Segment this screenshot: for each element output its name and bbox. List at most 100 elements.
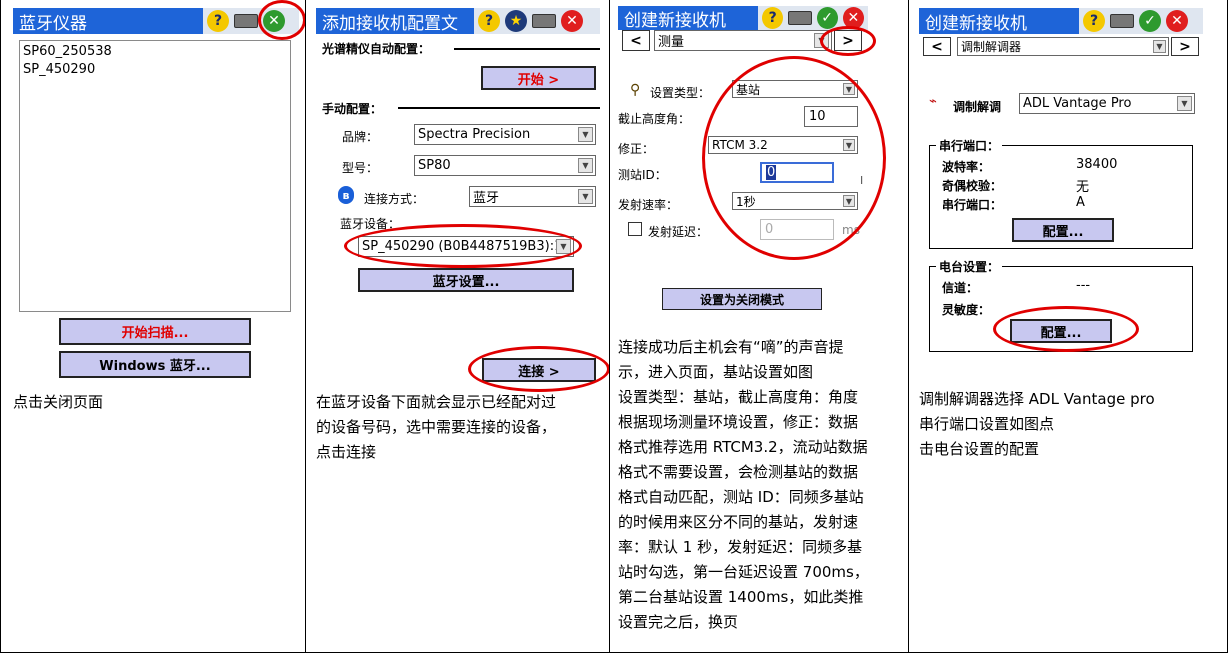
close-icon[interactable]: ✕: [561, 10, 583, 32]
cutoff-angle-input[interactable]: 10: [804, 106, 858, 127]
windows-bluetooth-button[interactable]: Windows 蓝牙...: [59, 351, 251, 378]
channel-value: ---: [1076, 278, 1091, 293]
device-list[interactable]: SP60_250538 SP_450290: [19, 40, 291, 312]
broadcast-delay-checkbox[interactable]: [628, 222, 642, 236]
start-button[interactable]: 开始 >: [481, 66, 596, 90]
chevron-down-icon[interactable]: ▼: [1177, 96, 1192, 111]
close-mode-button[interactable]: 设置为关闭模式: [662, 288, 822, 310]
caption-line: 第二台基站设置 1400ms，如此类推: [618, 588, 864, 606]
next-page-button[interactable]: >: [1171, 37, 1199, 56]
correction-label: 修正：: [618, 142, 655, 156]
port-label: 串行端口：: [942, 198, 1003, 212]
prev-page-button[interactable]: <: [923, 37, 951, 56]
window-title-text: 蓝牙仪器: [19, 13, 87, 34]
divider: [398, 107, 600, 109]
caption-line: 串行端口设置如图点: [919, 415, 1055, 433]
broadcast-delay-input[interactable]: 0: [760, 219, 834, 240]
caption-line: 连接成功后主机会有“嘀”的声音提: [618, 338, 844, 356]
serial-config-button[interactable]: 配置...: [1012, 218, 1114, 242]
list-item[interactable]: SP60_250538: [23, 44, 112, 59]
close-icon[interactable]: ✕: [263, 10, 285, 32]
sensitivity-label: 灵敏度：: [942, 303, 991, 317]
baud-value: 38400: [1076, 157, 1118, 172]
chevron-down-icon[interactable]: ▼: [843, 139, 855, 151]
caption-line: 在蓝牙设备下面就会显示已经配对过: [316, 393, 557, 411]
caption-text: 调制解调器选择 ADL Vantage pro 串行端口设置如图点 击电台设置的…: [919, 387, 1155, 462]
keyboard-icon[interactable]: [532, 14, 556, 28]
keyboard-icon[interactable]: [1110, 14, 1134, 28]
parity-value: 无: [1076, 180, 1090, 195]
delay-unit: ms: [842, 223, 860, 237]
keyboard-icon[interactable]: [788, 11, 812, 25]
modem-select[interactable]: ADL Vantage Pro ▼: [1019, 93, 1195, 114]
brand-value: Spectra Precision: [418, 127, 531, 142]
window-title: 添加接收机配置文: [316, 8, 476, 34]
connection-label: 连接方式：: [364, 192, 425, 206]
caption-text: 连接成功后主机会有“嘀”的声音提 示，进入页面，基站设置如图 设置类型：基站，截…: [618, 335, 869, 635]
connection-value: 蓝牙: [473, 191, 500, 206]
correction-select[interactable]: RTCM 3.2 ▼: [708, 136, 858, 154]
channel-label: 信道：: [942, 281, 979, 295]
chevron-down-icon[interactable]: ▼: [843, 83, 855, 95]
caption-line: 点击连接: [316, 443, 377, 461]
bluetooth-icon: ʙ: [338, 186, 354, 204]
close-icon[interactable]: ✕: [1166, 10, 1188, 32]
chevron-down-icon[interactable]: ▼: [578, 189, 593, 204]
chevron-down-icon[interactable]: ▼: [556, 239, 571, 254]
connect-button[interactable]: 连接 >: [482, 358, 596, 382]
page-select[interactable]: 测量 ▼: [654, 30, 832, 51]
radio-config-button[interactable]: 配置...: [1010, 319, 1112, 343]
help-icon[interactable]: ?: [207, 10, 229, 32]
titlebar-icons: ? ✕: [203, 8, 299, 34]
manual-config-heading: 手动配置：: [322, 102, 383, 116]
brand-select[interactable]: Spectra Precision ▼: [414, 124, 596, 145]
chevron-down-icon[interactable]: ▼: [814, 33, 829, 48]
page-select[interactable]: 调制解调器 ▼: [957, 37, 1169, 56]
caption-line: 调制解调器选择 ADL Vantage pro: [919, 390, 1155, 408]
text-cursor-icon: I: [860, 174, 864, 187]
satellite-icon: ⚲: [630, 82, 641, 98]
step2-cell: 添加接收机配置文 ? ★ ✕ 光谱精仪自动配置： 开始 > 手动配置： 品牌： …: [305, 0, 610, 653]
prev-page-button[interactable]: <: [622, 30, 650, 51]
brand-label: 品牌：: [342, 130, 379, 144]
help-icon[interactable]: ?: [1083, 10, 1105, 32]
next-page-button[interactable]: >: [834, 30, 862, 51]
chevron-down-icon[interactable]: ▼: [1153, 40, 1166, 53]
ok-icon[interactable]: ✓: [1139, 10, 1161, 32]
bt-device-select[interactable]: SP_450290 (B0B4487519B3):1 ▼: [358, 236, 574, 257]
caption-text: 点击关闭页面: [13, 393, 104, 411]
radio-settings-group-title: 电台设置：: [936, 258, 1003, 275]
ok-icon[interactable]: ✓: [816, 7, 838, 29]
setup-type-label: 设置类型：: [650, 86, 711, 100]
auto-config-heading: 光谱精仪自动配置：: [322, 42, 431, 56]
chevron-down-icon[interactable]: ▼: [578, 127, 593, 142]
connection-select[interactable]: 蓝牙 ▼: [469, 186, 596, 207]
radio-settings-group: 电台设置： 信道： --- 灵敏度： 配置...: [929, 258, 1193, 352]
bt-device-label: 蓝牙设备：: [340, 217, 401, 231]
broadcast-rate-select[interactable]: 1秒 ▼: [732, 192, 858, 210]
parity-label: 奇偶校验：: [942, 179, 1003, 193]
station-id-input[interactable]: 0: [760, 162, 834, 183]
model-select[interactable]: SP80 ▼: [414, 155, 596, 176]
keyboard-icon[interactable]: [234, 14, 258, 28]
close-icon[interactable]: ✕: [842, 7, 864, 29]
broadcast-delay-label: 发射延迟：: [648, 225, 709, 239]
caption-line: 格式自动匹配，测站 ID：同频多基站: [618, 488, 864, 506]
setup-type-select[interactable]: 基站 ▼: [732, 80, 858, 98]
step3-cell: 创建新接收机 ? ✓ ✕ < 测量 ▼ > ⚲ 设置类型： 基站 ▼ 截止高度角： …: [609, 0, 909, 653]
chevron-down-icon[interactable]: ▼: [578, 158, 593, 173]
start-scan-button[interactable]: 开始扫描...: [59, 318, 251, 345]
help-icon[interactable]: ?: [762, 7, 784, 29]
divider: [454, 48, 600, 50]
chevron-down-icon[interactable]: ▼: [843, 195, 855, 207]
star-icon[interactable]: ★: [505, 10, 527, 32]
titlebar-icons: ? ✓ ✕: [758, 6, 868, 30]
help-icon[interactable]: ?: [478, 10, 500, 32]
bluetooth-settings-button[interactable]: 蓝牙设置...: [358, 268, 574, 292]
caption-line: 根据现场测量环境设置，修正：数据: [618, 413, 859, 431]
window-title-text: 创建新接收机: [925, 13, 1027, 34]
modem-label: 调制解调: [953, 100, 1002, 114]
window-title-text: 添加接收机配置文: [322, 13, 458, 34]
correction-value: RTCM 3.2: [712, 138, 768, 152]
list-item[interactable]: SP_450290: [23, 62, 95, 77]
